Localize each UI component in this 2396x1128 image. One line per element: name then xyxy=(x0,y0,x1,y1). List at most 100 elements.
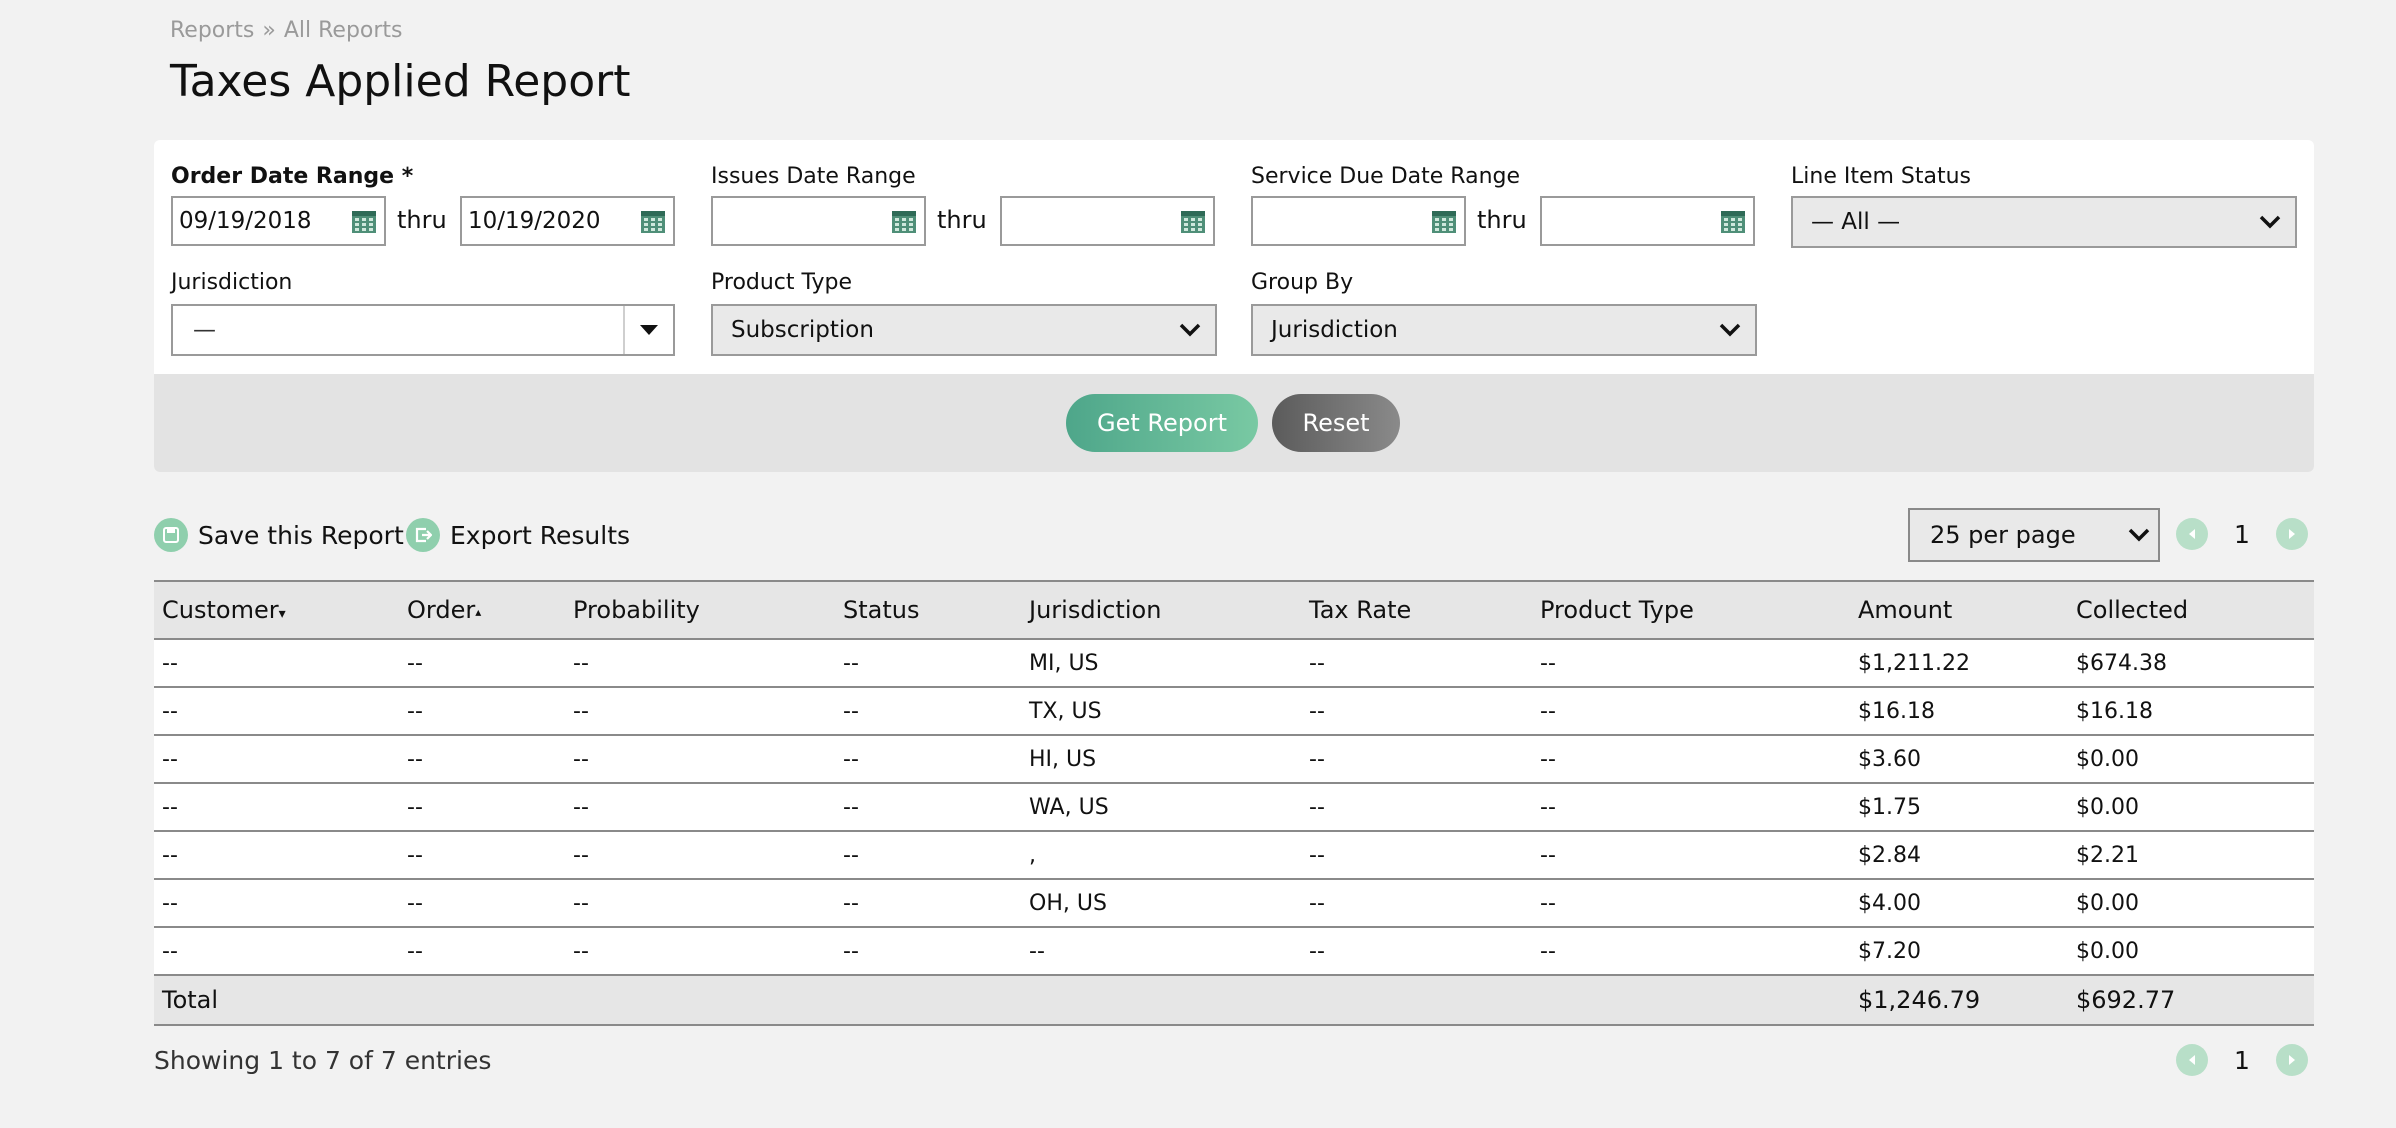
chevron-right-icon xyxy=(2288,529,2295,539)
cell-order: -- xyxy=(399,831,565,880)
cell-status: -- xyxy=(835,783,1021,832)
cell-collected: $0.00 xyxy=(2068,927,2314,976)
sort-asc-icon: ▴ xyxy=(475,605,482,619)
cell-order: -- xyxy=(399,639,565,688)
reset-button[interactable]: Reset xyxy=(1272,394,1400,452)
line-item-status-label: Line Item Status xyxy=(1791,164,1972,189)
cell-jurisdiction: , xyxy=(1021,831,1301,880)
calendar-icon[interactable] xyxy=(639,207,667,235)
group-by-label: Group By xyxy=(1251,270,1354,295)
cell-product-type: -- xyxy=(1532,879,1850,928)
issues-date-from-input[interactable] xyxy=(711,196,926,246)
caret-down-icon xyxy=(640,325,658,335)
cell-tax-rate: -- xyxy=(1301,735,1532,784)
calendar-icon[interactable] xyxy=(1719,207,1747,235)
cell-amount: $1.75 xyxy=(1850,783,2068,832)
table-row: -- -- -- --, -- -- $2.84 $2.21 xyxy=(154,831,2314,880)
table-row: -- -- -- -- MI, US -- -- $1,211.22 $674.38 xyxy=(154,639,2314,688)
cell-product-type: -- xyxy=(1532,639,1850,688)
service-due-date-from-input[interactable] xyxy=(1251,196,1466,246)
cell-customer: -- xyxy=(154,927,399,976)
save-report-link[interactable]: Save this Report xyxy=(154,518,404,552)
column-header-amount[interactable]: Amount xyxy=(1850,580,2068,640)
page: Reports » All Reports Taxes Applied Report… xyxy=(0,0,2396,1128)
get-report-button[interactable]: Get Report xyxy=(1066,394,1258,452)
current-page: 1 xyxy=(2234,519,2250,549)
group-by-select[interactable]: Jurisdiction xyxy=(1251,304,1757,356)
calendar-icon[interactable] xyxy=(350,207,378,235)
cell-customer: -- xyxy=(154,783,399,832)
calendar-icon[interactable] xyxy=(890,207,918,235)
thru-label: thru xyxy=(397,206,447,234)
column-header-collected[interactable]: Collected xyxy=(2068,580,2314,640)
line-item-status-select[interactable]: — All — xyxy=(1791,196,2297,248)
chevron-left-icon xyxy=(2189,1055,2195,1065)
export-icon xyxy=(406,518,440,552)
cell-tax-rate: -- xyxy=(1301,783,1532,832)
column-header-customer[interactable]: Customer▾ xyxy=(154,580,399,640)
cell-status: -- xyxy=(835,831,1021,880)
cell-amount: $3.60 xyxy=(1850,735,2068,784)
cell-order: -- xyxy=(399,879,565,928)
jurisdiction-dropdown-toggle[interactable] xyxy=(623,306,673,354)
cell-probability: -- xyxy=(565,639,835,688)
column-header-jurisdiction[interactable]: Jurisdiction xyxy=(1021,580,1301,640)
cell-customer: -- xyxy=(154,831,399,880)
action-bar: Get Report Reset xyxy=(154,374,2314,472)
line-item-status-value: — All — xyxy=(1811,209,1901,235)
cell-probability: -- xyxy=(565,879,835,928)
column-header-product-type[interactable]: Product Type xyxy=(1532,580,1850,640)
cell-jurisdiction: TX, US xyxy=(1021,687,1301,736)
cell-amount: $1,211.22 xyxy=(1850,639,2068,688)
prev-page-button[interactable] xyxy=(2176,1044,2208,1076)
next-page-button[interactable] xyxy=(2275,518,2308,550)
column-header-probability[interactable]: Probability xyxy=(565,580,835,640)
cell-collected: $0.00 xyxy=(2068,735,2314,784)
order-date-to-input[interactable]: 10/19/2020 xyxy=(460,196,675,246)
cell-order: -- xyxy=(399,735,565,784)
current-page: 1 xyxy=(2234,1045,2250,1075)
cell-status: -- xyxy=(835,879,1021,928)
cell-customer: -- xyxy=(154,687,399,736)
chevron-left-icon xyxy=(2189,529,2195,539)
cell-collected: $0.00 xyxy=(2068,879,2314,928)
entries-summary: Showing 1 to 7 of 7 entries xyxy=(154,1046,492,1075)
breadcrumb-all-reports-link[interactable]: All Reports xyxy=(284,18,403,43)
calendar-icon[interactable] xyxy=(1430,207,1458,235)
column-header-order[interactable]: Order▴ xyxy=(399,580,565,640)
order-date-range-label: Order Date Range * xyxy=(171,164,414,189)
next-page-button[interactable] xyxy=(2275,1044,2308,1076)
total-spacer xyxy=(1021,975,1301,1026)
column-header-label: Customer xyxy=(162,596,279,624)
prev-page-button[interactable] xyxy=(2176,518,2208,550)
total-collected: $692.77 xyxy=(2068,975,2314,1026)
column-header-status[interactable]: Status xyxy=(835,580,1021,640)
breadcrumb-reports-link[interactable]: Reports xyxy=(170,18,254,43)
product-type-select[interactable]: Subscription xyxy=(711,304,1217,356)
export-results-link[interactable]: Export Results xyxy=(406,518,630,552)
cell-status: -- xyxy=(835,639,1021,688)
product-type-value: Subscription xyxy=(731,317,874,343)
cell-probability: -- xyxy=(565,927,835,976)
cell-status: -- xyxy=(835,927,1021,976)
jurisdiction-combobox[interactable]: — xyxy=(171,304,675,356)
total-spacer xyxy=(399,975,565,1026)
per-page-value: 25 per page xyxy=(1930,521,2076,549)
service-due-date-range-label: Service Due Date Range xyxy=(1251,164,1521,189)
calendar-icon[interactable] xyxy=(1179,207,1207,235)
table-header-row: Customer▾ Order▴ Probability Status Juri… xyxy=(154,580,2314,640)
chevron-down-icon xyxy=(1179,323,1201,337)
order-date-from-input[interactable]: 09/19/2018 xyxy=(171,196,386,246)
column-header-tax-rate[interactable]: Tax Rate xyxy=(1301,580,1532,640)
total-row: Total $1,246.79 $692.77 xyxy=(154,975,2314,1026)
table-row: -- -- -- -- -- -- -- $7.20 $0.00 xyxy=(154,927,2314,976)
cell-product-type: -- xyxy=(1532,687,1850,736)
total-amount: $1,246.79 xyxy=(1850,975,2068,1026)
cell-product-type: -- xyxy=(1532,927,1850,976)
product-type-label: Product Type xyxy=(711,270,853,295)
per-page-select[interactable]: 25 per page xyxy=(1908,508,2160,562)
total-spacer xyxy=(1301,975,1532,1026)
table-row: -- -- -- -- TX, US -- -- $16.18 $16.18 xyxy=(154,687,2314,736)
service-due-date-to-input[interactable] xyxy=(1540,196,1755,246)
issues-date-to-input[interactable] xyxy=(1000,196,1215,246)
